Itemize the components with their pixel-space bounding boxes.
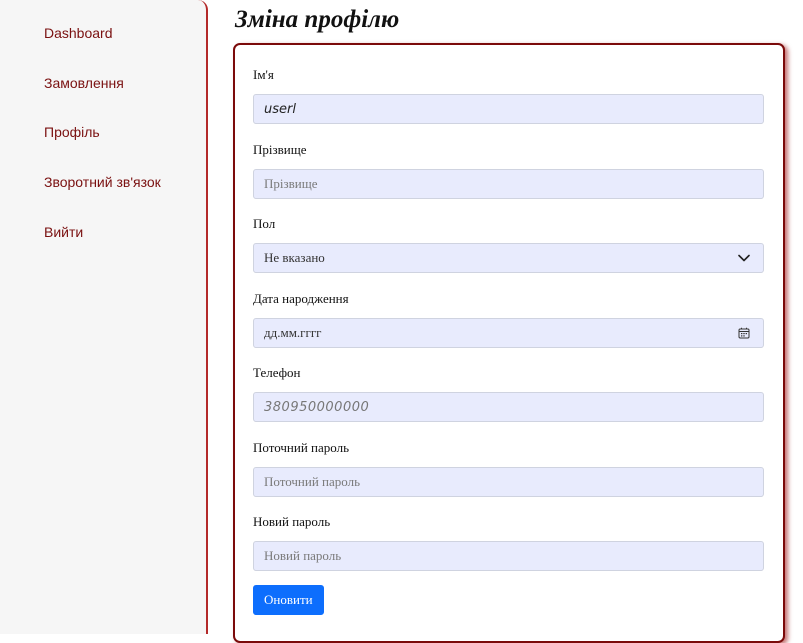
update-button[interactable]: Оновити — [253, 585, 324, 615]
profile-form: Ім'я userl Прізвище Прізвище Пол Не вказ… — [233, 43, 785, 643]
sidebar-link-feedback[interactable]: Зворотний зв'язок — [0, 174, 206, 190]
sidebar-link-orders[interactable]: Замовлення — [0, 75, 206, 91]
current-password-label: Поточний пароль — [253, 440, 350, 455]
current-password-field-group: Поточний пароль Поточний пароль — [253, 440, 764, 497]
surname-label: Прізвище — [253, 142, 307, 157]
birthdate-input[interactable]: дд.мм.гггг — [253, 318, 764, 348]
page-title: Зміна профілю — [235, 6, 400, 33]
surname-placeholder: Прізвище — [264, 176, 318, 191]
surname-field-group: Прізвище Прізвище — [253, 142, 764, 199]
calendar-icon[interactable] — [737, 326, 751, 340]
name-label: Ім'я — [253, 67, 274, 82]
sidebar-link-dashboard[interactable]: Dashboard — [0, 25, 206, 41]
birthdate-placeholder: дд.мм.гггг — [264, 325, 322, 340]
phone-input[interactable]: 380950000000 — [253, 392, 764, 422]
gender-label: Пол — [253, 216, 276, 231]
new-password-input[interactable]: Новий пароль — [253, 541, 764, 571]
name-value: userl — [264, 101, 296, 117]
sidebar-item-dashboard: Dashboard — [0, 25, 206, 75]
birthdate-field-group: Дата народження дд.мм.гггг — [253, 291, 764, 348]
new-password-field-group: Новий пароль Новий пароль — [253, 514, 764, 571]
phone-field-group: Телефон 380950000000 — [253, 365, 764, 422]
name-input[interactable]: userl — [253, 94, 764, 124]
sidebar-item-logout: Вийти — [0, 224, 206, 274]
sidebar: Dashboard Замовлення Профіль Зворотний з… — [0, 0, 208, 634]
phone-label: Телефон — [253, 365, 301, 380]
chevron-down-icon — [737, 251, 751, 265]
sidebar-item-feedback: Зворотний зв'язок — [0, 174, 206, 224]
phone-placeholder: 380950000000 — [264, 399, 370, 415]
current-password-input[interactable]: Поточний пароль — [253, 467, 764, 497]
birthdate-label: Дата народження — [253, 291, 349, 306]
current-password-placeholder: Поточний пароль — [264, 474, 361, 489]
sidebar-menu: Dashboard Замовлення Профіль Зворотний з… — [0, 0, 206, 273]
gender-selected-value: Не вказано — [264, 250, 325, 265]
sidebar-link-profile[interactable]: Профіль — [0, 124, 206, 140]
name-field-group: Ім'я userl — [253, 67, 764, 124]
gender-field-group: Пол Не вказано — [253, 216, 764, 273]
sidebar-link-logout[interactable]: Вийти — [0, 224, 206, 240]
gender-select[interactable]: Не вказано — [253, 243, 764, 273]
sidebar-item-orders: Замовлення — [0, 75, 206, 125]
sidebar-item-profile: Профіль — [0, 124, 206, 174]
surname-input[interactable]: Прізвище — [253, 169, 764, 199]
new-password-placeholder: Новий пароль — [264, 548, 342, 563]
new-password-label: Новий пароль — [253, 514, 331, 529]
